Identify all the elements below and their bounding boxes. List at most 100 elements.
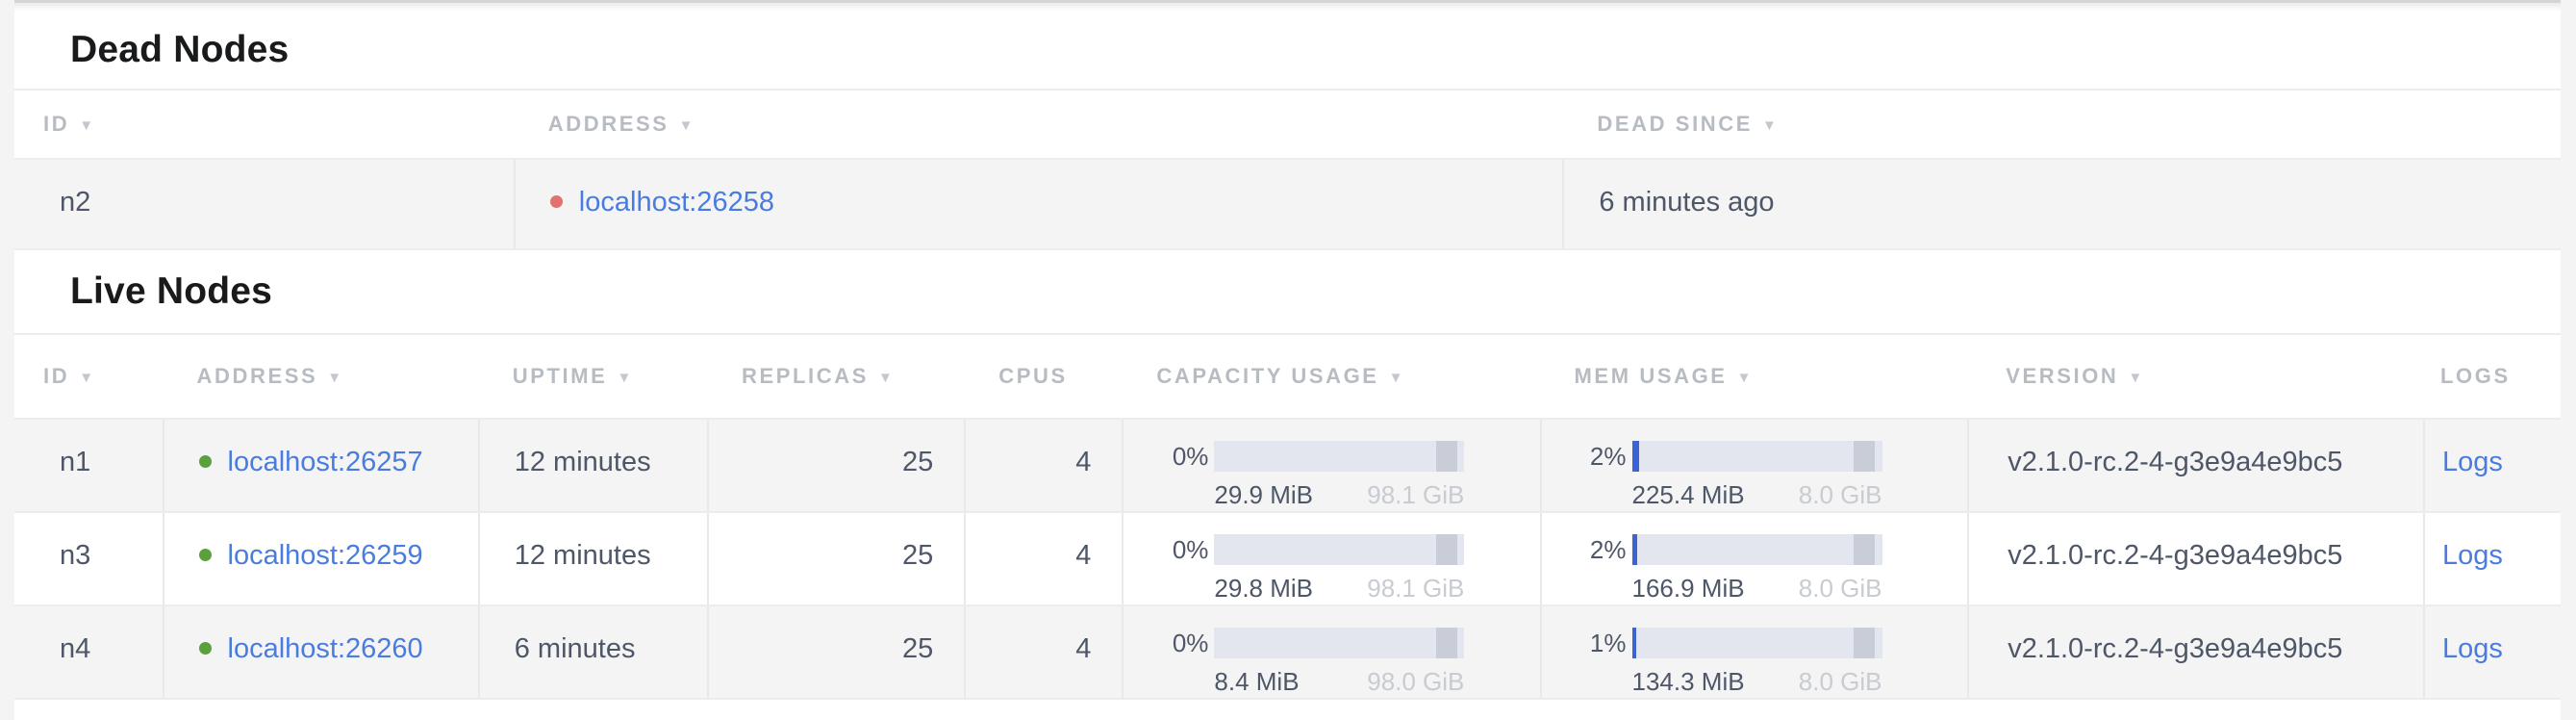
- column-header-cpus: CPUS: [964, 335, 1122, 418]
- column-header-mem-usage[interactable]: MEM USAGE ▼: [1540, 335, 1968, 418]
- mem-percent: 2%: [1577, 535, 1632, 565]
- logs-link[interactable]: Logs: [2442, 447, 2503, 477]
- mem-bar-fill: [1632, 441, 1639, 472]
- sort-arrow-icon: ▼: [617, 370, 633, 386]
- dead-node-row: n2 localhost:26258 6 minutes ago: [14, 160, 2561, 250]
- sort-arrow-icon: ▼: [79, 370, 95, 386]
- cpus-cell: 4: [964, 513, 1122, 604]
- mem-bar-fill: [1632, 534, 1637, 565]
- cpus-cell: 4: [964, 606, 1122, 698]
- sort-arrow-icon: ▼: [878, 370, 895, 386]
- mem-usage-bar: [1632, 534, 1882, 565]
- column-header-version[interactable]: VERSION ▼: [1967, 335, 2423, 418]
- column-header-address[interactable]: ADDRESS ▼: [163, 335, 478, 418]
- dead-nodes-section: Dead Nodes ID ▼ ADDRESS ▼ DEAD SINCE ▼ n…: [14, 12, 2561, 250]
- uptime-cell: 12 minutes: [478, 420, 707, 511]
- capacity-total-value: 98.1 GiB: [1367, 480, 1464, 510]
- live-status-dot-icon: [199, 642, 212, 655]
- column-header-address[interactable]: ADDRESS ▼: [514, 90, 1563, 158]
- logs-cell: Logs: [2423, 513, 2561, 604]
- column-header-id[interactable]: ID ▼: [14, 335, 163, 418]
- mem-percent: 1%: [1577, 629, 1632, 658]
- logs-cell: Logs: [2423, 606, 2561, 698]
- live-node-row: n4 localhost:26260 6 minutes 25 4 0% 8.4…: [14, 606, 2561, 700]
- version-cell: v2.1.0-rc.2-4-g3e9a4e9bc5: [1967, 606, 2423, 698]
- node-address-cell: localhost:26260: [163, 606, 478, 698]
- capacity-used-value: 29.8 MiB: [1214, 574, 1313, 604]
- capacity-bar-mark: [1436, 441, 1458, 472]
- live-status-dot-icon: [199, 549, 212, 561]
- capacity-used-value: 8.4 MiB: [1214, 667, 1299, 697]
- capacity-usage-cell: 0% 29.8 MiB 98.1 GiB: [1122, 513, 1539, 604]
- node-address-cell: localhost:26257: [163, 420, 478, 511]
- column-header-uptime[interactable]: UPTIME ▼: [478, 335, 707, 418]
- node-address-link[interactable]: localhost:26257: [228, 447, 423, 478]
- capacity-total-value: 98.0 GiB: [1367, 667, 1464, 697]
- sort-arrow-icon: ▼: [2128, 370, 2144, 386]
- nodes-overview-card: Dead Nodes ID ▼ ADDRESS ▼ DEAD SINCE ▼ n…: [14, 0, 2561, 720]
- uptime-cell: 12 minutes: [478, 513, 707, 604]
- capacity-usage-bar: [1214, 534, 1464, 565]
- mem-used-value: 134.3 MiB: [1632, 667, 1745, 697]
- capacity-usage-bar: [1214, 628, 1464, 658]
- mem-usage-cell: 1% 134.3 MiB 8.0 GiB: [1540, 606, 1968, 698]
- live-node-row: n1 localhost:26257 12 minutes 25 4 0% 29…: [14, 420, 2561, 513]
- live-nodes-title: Live Nodes: [14, 250, 2561, 333]
- node-address-cell: localhost:26258: [514, 160, 1563, 248]
- node-id-cell: n2: [14, 160, 514, 248]
- node-address-link[interactable]: localhost:26258: [579, 187, 774, 219]
- sort-arrow-icon: ▼: [327, 370, 343, 386]
- capacity-total-value: 98.1 GiB: [1367, 574, 1464, 604]
- node-address-link[interactable]: localhost:26260: [228, 633, 423, 665]
- mem-usage-bar: [1632, 628, 1882, 658]
- version-cell: v2.1.0-rc.2-4-g3e9a4e9bc5: [1967, 420, 2423, 511]
- card-top-shadow: [14, 3, 2561, 12]
- uptime-cell: 6 minutes: [478, 606, 707, 698]
- node-address-cell: localhost:26259: [163, 513, 478, 604]
- node-id-cell: n1: [14, 420, 163, 511]
- column-header-logs: LOGS: [2423, 335, 2561, 418]
- replicas-cell: 25: [707, 420, 964, 511]
- capacity-percent: 0%: [1158, 535, 1214, 565]
- node-address-link[interactable]: localhost:26259: [228, 540, 423, 572]
- column-header-capacity-usage[interactable]: CAPACITY USAGE ▼: [1122, 335, 1539, 418]
- mem-usage-cell: 2% 166.9 MiB 8.0 GiB: [1540, 513, 1968, 604]
- column-header-id[interactable]: ID ▼: [14, 90, 514, 158]
- replicas-cell: 25: [707, 513, 964, 604]
- logs-link[interactable]: Logs: [2442, 633, 2503, 664]
- capacity-percent: 0%: [1158, 629, 1214, 658]
- mem-bar-mark: [1854, 441, 1876, 472]
- version-cell: v2.1.0-rc.2-4-g3e9a4e9bc5: [1967, 513, 2423, 604]
- live-nodes-header-row: ID ▼ ADDRESS ▼ UPTIME ▼ REPLICAS ▼ CPUS …: [14, 333, 2561, 420]
- capacity-used-value: 29.9 MiB: [1214, 480, 1313, 510]
- dead-status-dot-icon: [550, 195, 563, 208]
- mem-total-value: 8.0 GiB: [1799, 667, 1882, 697]
- capacity-usage-cell: 0% 29.9 MiB 98.1 GiB: [1122, 420, 1539, 511]
- mem-total-value: 8.0 GiB: [1799, 480, 1882, 510]
- sort-arrow-icon: ▼: [1737, 370, 1754, 386]
- capacity-usage-bar: [1214, 441, 1464, 472]
- live-nodes-section: Live Nodes ID ▼ ADDRESS ▼ UPTIME ▼ REPLI…: [14, 250, 2561, 700]
- dead-since-cell: 6 minutes ago: [1562, 160, 2561, 248]
- mem-used-value: 225.4 MiB: [1632, 480, 1745, 510]
- mem-used-value: 166.9 MiB: [1632, 574, 1745, 604]
- sort-arrow-icon: ▼: [79, 117, 95, 134]
- logs-link[interactable]: Logs: [2442, 540, 2503, 571]
- node-id-cell: n3: [14, 513, 163, 604]
- mem-usage-cell: 2% 225.4 MiB 8.0 GiB: [1540, 420, 1968, 511]
- column-header-replicas[interactable]: REPLICAS ▼: [707, 335, 964, 418]
- capacity-bar-mark: [1436, 628, 1458, 658]
- column-header-dead-since[interactable]: DEAD SINCE ▼: [1562, 90, 2561, 158]
- mem-bar-mark: [1854, 628, 1876, 658]
- logs-cell: Logs: [2423, 420, 2561, 511]
- sort-arrow-icon: ▼: [679, 117, 695, 134]
- dead-nodes-title: Dead Nodes: [14, 12, 2561, 89]
- mem-total-value: 8.0 GiB: [1799, 574, 1882, 604]
- sort-arrow-icon: ▼: [1762, 117, 1779, 134]
- sort-arrow-icon: ▼: [1389, 370, 1405, 386]
- node-id-cell: n4: [14, 606, 163, 698]
- mem-usage-bar: [1632, 441, 1882, 472]
- dead-nodes-header-row: ID ▼ ADDRESS ▼ DEAD SINCE ▼: [14, 89, 2561, 160]
- cpus-cell: 4: [964, 420, 1122, 511]
- mem-percent: 2%: [1577, 442, 1632, 472]
